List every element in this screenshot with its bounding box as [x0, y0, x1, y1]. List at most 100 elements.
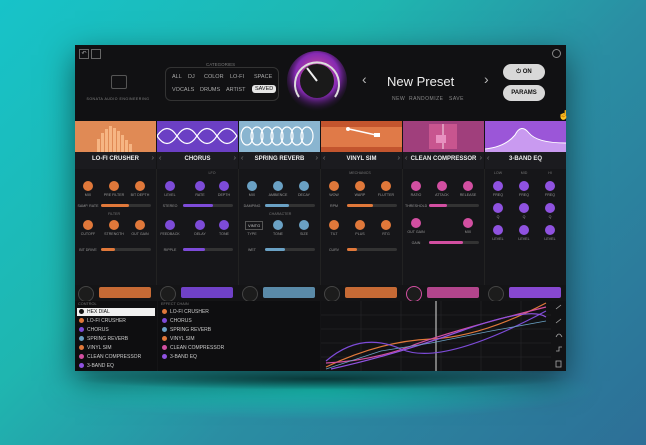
output-knob[interactable] — [78, 286, 94, 302]
control-item[interactable]: SPRING REVERB — [79, 336, 128, 342]
knob-rtg[interactable] — [381, 220, 391, 230]
color-dot — [162, 336, 167, 342]
output-knob[interactable] — [160, 286, 176, 302]
knob-rate[interactable] — [195, 181, 205, 191]
knob-hi-freq[interactable] — [545, 181, 555, 191]
chain-item[interactable]: LO-FI CRUSHER — [162, 309, 209, 315]
category-drums[interactable]: DRUMS — [200, 87, 220, 93]
chevron-right-icon[interactable]: › — [316, 155, 318, 162]
knob-low-level[interactable] — [493, 225, 503, 235]
chain-item[interactable]: 3-BAND EQ — [162, 354, 197, 360]
module-compressor: RATIO ATTACK RELEASE THRESHOLD OUT GAIN … — [403, 169, 485, 285]
category-color[interactable]: COLOR — [204, 74, 224, 80]
user-icon[interactable] — [552, 49, 561, 58]
output-knob[interactable] — [488, 286, 504, 302]
knob-level[interactable] — [165, 181, 175, 191]
module-color-block[interactable] — [509, 287, 561, 298]
knob-warp[interactable] — [355, 181, 365, 191]
color-dot — [79, 354, 84, 360]
knob-out-gain[interactable] — [135, 220, 145, 230]
knob-mix[interactable] — [463, 218, 473, 228]
preset-randomize[interactable]: RANDOMIZE — [409, 96, 444, 102]
label-decay: DECAY — [297, 193, 311, 197]
chevron-right-icon[interactable]: › — [398, 155, 400, 162]
chain-item[interactable]: SPRING REVERB — [162, 327, 211, 333]
control-item[interactable]: 3-BAND EQ — [79, 363, 114, 369]
control-item[interactable]: HEX DIAL — [79, 309, 110, 315]
knob-delay[interactable] — [195, 220, 205, 230]
knob-plus[interactable] — [355, 220, 365, 230]
macro-knob[interactable] — [287, 51, 347, 111]
knob-low-q[interactable] — [493, 203, 503, 213]
knob-hi-level[interactable] — [545, 225, 555, 235]
knob-cutoff[interactable] — [83, 220, 93, 230]
knob-tone[interactable] — [219, 220, 229, 230]
knob-flutter[interactable] — [381, 181, 391, 191]
knob-mix[interactable] — [247, 181, 257, 191]
knob-ambience[interactable] — [273, 181, 283, 191]
label-tone: TONE — [273, 232, 283, 236]
knob-tilt[interactable] — [329, 220, 339, 230]
prev-preset-button[interactable]: ‹ — [362, 71, 367, 87]
knob-mid-q[interactable] — [519, 203, 529, 213]
chain-item[interactable]: CHORUS — [162, 318, 192, 324]
category-all[interactable]: ALL — [172, 74, 182, 80]
chain-item[interactable]: CLEAN COMPRESSOR — [162, 345, 224, 351]
knob-wow[interactable] — [329, 181, 339, 191]
knob-release[interactable] — [463, 181, 473, 191]
preset-name[interactable]: New Preset — [387, 74, 454, 89]
module-color-block[interactable] — [99, 287, 151, 298]
chevron-right-icon[interactable]: › — [152, 155, 154, 162]
back-icon[interactable]: ↶ — [79, 49, 89, 59]
chain-item-label: CLEAN COMPRESSOR — [170, 345, 225, 351]
brand-logo — [111, 75, 127, 89]
preset-save[interactable]: SAVE — [449, 96, 464, 102]
knob-mid-level[interactable] — [519, 225, 529, 235]
control-item[interactable]: CLEAN COMPRESSOR — [79, 354, 141, 360]
slider-gain-fill — [429, 241, 463, 244]
control-item[interactable]: CHORUS — [79, 327, 109, 333]
module-color-block[interactable] — [181, 287, 233, 298]
next-preset-button[interactable]: › — [484, 71, 489, 87]
params-button[interactable]: PARAMS — [503, 85, 545, 101]
knob-ratio[interactable] — [411, 181, 421, 191]
module-color-block[interactable] — [345, 287, 397, 298]
knob-out-gain[interactable] — [411, 218, 421, 228]
knob-hi-q[interactable] — [545, 203, 555, 213]
knob-tone[interactable] — [273, 220, 283, 230]
knob-depth[interactable] — [219, 181, 229, 191]
category-artist[interactable]: ARTIST — [226, 87, 245, 93]
knob-pre-filter[interactable] — [109, 181, 119, 191]
module-color-block[interactable] — [263, 287, 315, 298]
category-vocals[interactable]: VOCALS — [172, 87, 194, 93]
knob-mix[interactable] — [83, 181, 93, 191]
window-icon[interactable] — [91, 49, 101, 59]
chain-item-label: 3-BAND EQ — [170, 354, 197, 360]
knob-mid-freq[interactable] — [519, 181, 529, 191]
category-dj[interactable]: DJ — [188, 74, 195, 80]
knob-size[interactable] — [299, 220, 309, 230]
control-item[interactable]: VINYL SIM — [79, 345, 112, 351]
knob-bit-depth[interactable] — [135, 181, 145, 191]
chevron-right-icon[interactable]: › — [480, 155, 482, 162]
chevron-right-icon[interactable]: › — [234, 155, 236, 162]
color-dot — [162, 327, 167, 333]
knob-attack[interactable] — [437, 181, 447, 191]
category-lofi[interactable]: LO-FI — [230, 74, 244, 80]
output-knob[interactable] — [406, 286, 422, 302]
on-button[interactable]: ⏻ ON — [503, 64, 545, 80]
knob-low-freq[interactable] — [493, 181, 503, 191]
output-knob[interactable] — [324, 286, 340, 302]
control-item-label: CLEAN COMPRESSOR — [87, 354, 142, 360]
control-item[interactable]: LO-FI CRUSHER — [79, 318, 126, 324]
knob-feedback[interactable] — [165, 220, 175, 230]
transfer-curve-graph[interactable] — [321, 301, 566, 371]
module-color-block[interactable] — [427, 287, 479, 298]
knob-decay[interactable] — [299, 181, 309, 191]
chain-item[interactable]: VINYL SIM — [162, 336, 195, 342]
category-space[interactable]: SPACE — [254, 74, 272, 80]
knob-strength[interactable] — [109, 220, 119, 230]
output-knob[interactable] — [242, 286, 258, 302]
preset-new[interactable]: NEW — [392, 96, 405, 102]
category-saved[interactable]: SAVED — [252, 85, 277, 93]
